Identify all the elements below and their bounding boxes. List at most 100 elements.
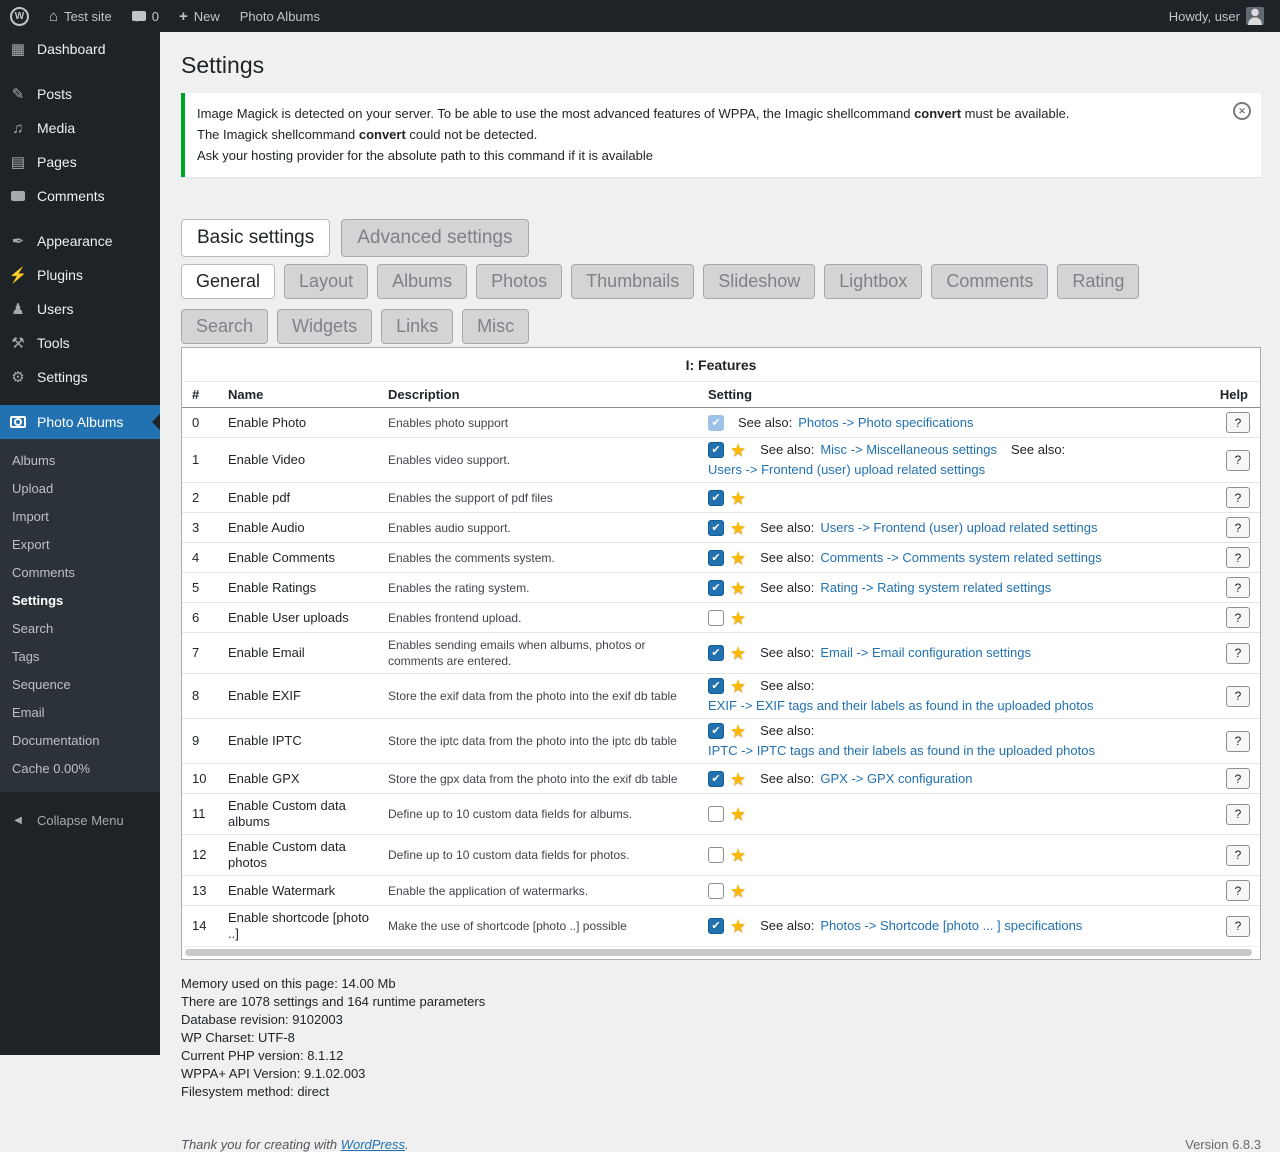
sidebar-item-dashboard[interactable]: ▦Dashboard bbox=[0, 32, 160, 66]
sidebar-item-tools[interactable]: ⚒Tools bbox=[0, 326, 160, 360]
wordpress-logo-menu[interactable]: W bbox=[0, 0, 39, 32]
media-icon: ♫ bbox=[8, 120, 28, 137]
info-line: There are 1078 settings and 164 runtime … bbox=[181, 993, 1261, 1011]
wordpress-link[interactable]: WordPress bbox=[341, 1137, 405, 1152]
settings-icon: ⚙ bbox=[8, 368, 28, 386]
tab-albums[interactable]: Albums bbox=[377, 264, 467, 299]
notice-segment: convert bbox=[914, 106, 961, 121]
setting-checkbox[interactable] bbox=[708, 610, 724, 626]
collapse-menu-button[interactable]: ◀ Collapse Menu bbox=[0, 804, 160, 837]
setting-checkbox[interactable]: ✔ bbox=[708, 918, 724, 934]
help-button[interactable]: ? bbox=[1226, 450, 1250, 471]
table-scrollbar[interactable] bbox=[182, 946, 1260, 959]
submenu-item-settings[interactable]: Settings bbox=[0, 587, 160, 615]
submenu-item-cache-0-00[interactable]: Cache 0.00% bbox=[0, 755, 160, 783]
user-avatar bbox=[1246, 7, 1264, 25]
see-also-link[interactable]: Email -> Email configuration settings bbox=[820, 645, 1031, 661]
tab-comments[interactable]: Comments bbox=[931, 264, 1048, 299]
help-button[interactable]: ? bbox=[1226, 731, 1250, 752]
submenu-item-email[interactable]: Email bbox=[0, 699, 160, 727]
help-button[interactable]: ? bbox=[1226, 880, 1250, 901]
my-account-menu[interactable]: Howdy, user bbox=[1159, 0, 1274, 32]
tab-advanced-settings[interactable]: Advanced settings bbox=[341, 219, 528, 257]
sidebar-item-posts[interactable]: ✎Posts bbox=[0, 77, 160, 111]
site-name-menu[interactable]: ⌂ Test site bbox=[39, 0, 122, 32]
help-button[interactable]: ? bbox=[1226, 412, 1250, 433]
setting-checkbox[interactable]: ✔ bbox=[708, 442, 724, 458]
setting-checkbox[interactable]: ✔ bbox=[708, 645, 724, 661]
tab-search[interactable]: Search bbox=[181, 309, 268, 344]
submenu-item-tags[interactable]: Tags bbox=[0, 643, 160, 671]
see-also-link[interactable]: Photos -> Shortcode [photo ... ] specifi… bbox=[820, 918, 1082, 934]
row-help: ? bbox=[1208, 446, 1250, 475]
sidebar-item-pages[interactable]: ▤Pages bbox=[0, 145, 160, 179]
sidebar-item-photo-albums[interactable]: Photo Albums bbox=[0, 405, 160, 439]
sidebar-item-users[interactable]: ♟Users bbox=[0, 292, 160, 326]
submenu-item-upload[interactable]: Upload bbox=[0, 475, 160, 503]
tab-lightbox[interactable]: Lightbox bbox=[824, 264, 922, 299]
setting-checkbox[interactable]: ✔ bbox=[708, 520, 724, 536]
row-setting: ✔★See also:IPTC -> IPTC tags and their l… bbox=[708, 719, 1208, 763]
help-button[interactable]: ? bbox=[1226, 643, 1250, 664]
submenu-item-sequence[interactable]: Sequence bbox=[0, 671, 160, 699]
tab-slideshow[interactable]: Slideshow bbox=[703, 264, 815, 299]
photo-albums-toolbar-item[interactable]: Photo Albums bbox=[230, 0, 330, 32]
see-also-link[interactable]: Users -> Frontend (user) upload related … bbox=[708, 462, 985, 478]
table-row: 1Enable VideoEnables video support.✔★See… bbox=[182, 438, 1260, 483]
tab-thumbnails[interactable]: Thumbnails bbox=[571, 264, 694, 299]
tab-misc[interactable]: Misc bbox=[462, 309, 529, 344]
submenu-item-comments[interactable]: Comments bbox=[0, 559, 160, 587]
setting-checkbox[interactable]: ✔ bbox=[708, 771, 724, 787]
tab-general[interactable]: General bbox=[181, 264, 275, 299]
help-button[interactable]: ? bbox=[1226, 487, 1250, 508]
new-content-menu[interactable]: + New bbox=[169, 0, 230, 32]
see-also-link[interactable]: Rating -> Rating system related settings bbox=[820, 580, 1051, 596]
help-button[interactable]: ? bbox=[1226, 768, 1250, 789]
help-button[interactable]: ? bbox=[1226, 607, 1250, 628]
see-also-link[interactable]: Misc -> Miscellaneous settings bbox=[820, 442, 997, 458]
setting-checkbox[interactable]: ✔ bbox=[708, 550, 724, 566]
comments-bubble-icon bbox=[132, 11, 146, 21]
tab-rating[interactable]: Rating bbox=[1057, 264, 1139, 299]
see-also-link[interactable]: IPTC -> IPTC tags and their labels as fo… bbox=[708, 743, 1095, 759]
setting-checkbox[interactable] bbox=[708, 806, 724, 822]
help-button[interactable]: ? bbox=[1226, 686, 1250, 707]
scrollbar-thumb[interactable] bbox=[185, 949, 1252, 956]
setting-checkbox[interactable] bbox=[708, 883, 724, 899]
see-also-link[interactable]: Comments -> Comments system related sett… bbox=[820, 550, 1101, 566]
sidebar-item-comments[interactable]: Comments bbox=[0, 179, 160, 213]
setting-checkbox[interactable] bbox=[708, 847, 724, 863]
help-button[interactable]: ? bbox=[1226, 804, 1250, 825]
tab-links[interactable]: Links bbox=[381, 309, 453, 344]
sidebar-item-media[interactable]: ♫Media bbox=[0, 111, 160, 145]
tab-widgets[interactable]: Widgets bbox=[277, 309, 372, 344]
tab-basic-settings[interactable]: Basic settings bbox=[181, 219, 330, 257]
submenu-item-documentation[interactable]: Documentation bbox=[0, 727, 160, 755]
comment-count: 0 bbox=[152, 9, 159, 24]
setting-checkbox[interactable]: ✔ bbox=[708, 678, 724, 694]
help-button[interactable]: ? bbox=[1226, 517, 1250, 538]
submenu-item-search[interactable]: Search bbox=[0, 615, 160, 643]
setting-checkbox[interactable]: ✔ bbox=[708, 580, 724, 596]
setting-checkbox[interactable]: ✔ bbox=[708, 415, 724, 431]
submenu-item-export[interactable]: Export bbox=[0, 531, 160, 559]
submenu-item-import[interactable]: Import bbox=[0, 503, 160, 531]
help-button[interactable]: ? bbox=[1226, 547, 1250, 568]
help-button[interactable]: ? bbox=[1226, 845, 1250, 866]
comments-toolbar-menu[interactable]: 0 bbox=[122, 0, 169, 32]
see-also-link[interactable]: Users -> Frontend (user) upload related … bbox=[820, 520, 1097, 536]
dismiss-notice-button[interactable]: ✕ bbox=[1233, 102, 1251, 120]
tab-layout[interactable]: Layout bbox=[284, 264, 368, 299]
see-also-link[interactable]: GPX -> GPX configuration bbox=[820, 771, 972, 787]
help-button[interactable]: ? bbox=[1226, 577, 1250, 598]
help-button[interactable]: ? bbox=[1226, 916, 1250, 937]
see-also-link[interactable]: EXIF -> EXIF tags and their labels as fo… bbox=[708, 698, 1094, 714]
submenu-item-albums[interactable]: Albums bbox=[0, 447, 160, 475]
setting-checkbox[interactable]: ✔ bbox=[708, 490, 724, 506]
see-also-link[interactable]: Photos -> Photo specifications bbox=[798, 415, 973, 431]
tab-photos[interactable]: Photos bbox=[476, 264, 562, 299]
setting-checkbox[interactable]: ✔ bbox=[708, 723, 724, 739]
sidebar-item-plugins[interactable]: ⚡Plugins bbox=[0, 258, 160, 292]
sidebar-item-appearance[interactable]: ✒Appearance bbox=[0, 224, 160, 258]
sidebar-item-settings[interactable]: ⚙Settings bbox=[0, 360, 160, 394]
